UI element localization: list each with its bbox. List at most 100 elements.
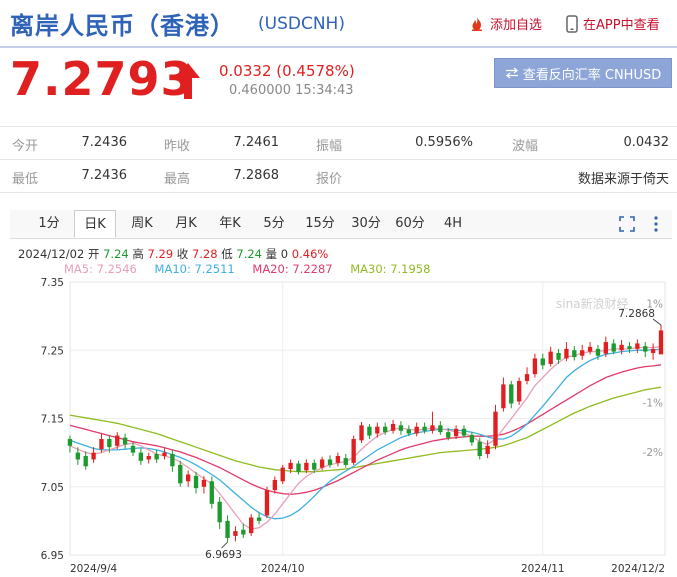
x-tick-label: 2024/11: [521, 563, 565, 575]
candle-body: [146, 456, 151, 460]
info-open-label: 开: [87, 247, 100, 261]
candle-body: [438, 425, 443, 433]
candle: [532, 353, 538, 378]
view-in-app-button[interactable]: 在APP中查看: [566, 14, 660, 33]
candle: [367, 423, 372, 439]
info-close-label: 收: [176, 247, 189, 261]
candle: [540, 353, 545, 370]
candle-body: [367, 426, 372, 436]
quote-label: 报价: [316, 172, 343, 187]
candle: [524, 367, 530, 385]
candle-body: [233, 531, 238, 536]
tab-daily[interactable]: 日K: [74, 210, 116, 238]
candle: [493, 404, 498, 450]
info-low-label: 低: [221, 247, 233, 261]
candle-body: [67, 438, 73, 446]
candle-body: [516, 380, 522, 402]
candle: [414, 422, 419, 437]
candle-body: [493, 411, 498, 446]
candle-body: [619, 344, 624, 351]
candle-body: [154, 453, 159, 460]
reverse-rate-button[interactable]: 查看反向汇率 CNHUSD: [494, 58, 672, 88]
candle: [438, 421, 443, 435]
ohlc-info: 2024/12/02 开 7.24 高 7.29 收 7.28 低 7.24 量…: [18, 246, 328, 262]
range-label: 波幅: [512, 139, 539, 154]
candle: [398, 421, 404, 435]
candle-body: [122, 437, 128, 445]
tab-30min[interactable]: 30分: [346, 210, 386, 238]
y-tick-label: 7.35: [41, 277, 64, 289]
candle-body: [422, 426, 427, 431]
candle-body: [162, 452, 167, 457]
candle-body: [280, 467, 285, 482]
candle: [138, 448, 144, 465]
candle: [572, 346, 577, 361]
high-value: 7.2868: [233, 168, 280, 183]
candle-body: [178, 464, 183, 484]
candle-body: [327, 459, 333, 465]
candle-body: [359, 425, 364, 441]
candle: [249, 514, 254, 536]
kline-chart[interactable]: sina新浪财经 7.357.257.157.056.953%2%1%-1%-2…: [0, 273, 677, 577]
fire-icon: [472, 16, 482, 31]
period-tabs: 1分 日K 周K 月K 年K 5分 15分 30分 60分 4H: [10, 210, 672, 239]
axis-labels: 7.357.257.157.056.953%2%1%-1%-2%2024/9/4…: [41, 277, 665, 575]
tab-yearly[interactable]: 年K: [210, 210, 250, 238]
candle-body: [185, 474, 191, 482]
tab-monthly[interactable]: 月K: [166, 210, 206, 238]
low-label: 最低: [12, 172, 39, 187]
fullscreen-icon[interactable]: [618, 215, 636, 233]
candle: [390, 419, 396, 434]
candle-body: [130, 445, 136, 453]
more-options-icon[interactable]: [650, 215, 662, 233]
candle-body: [99, 438, 104, 450]
candle-body: [296, 463, 301, 472]
candle-body: [446, 432, 451, 438]
candle-body: [658, 330, 664, 355]
candle-body: [572, 350, 577, 358]
candle-body: [611, 343, 616, 352]
amplitude-value: 0.5956%: [415, 135, 473, 150]
candle-body: [627, 346, 632, 349]
candle: [296, 460, 301, 475]
open-value: 7.2436: [81, 135, 128, 150]
stats-table: 今开 7.2436 昨收 7.2461 振幅 0.5956% 波幅 0.0432…: [0, 126, 677, 193]
up-arrow-icon: [176, 63, 200, 99]
page-header: 离岸人民币（香港） (USDCNH) 添加自选 在APP中查看: [0, 0, 677, 48]
data-source: 数据来源于倚天: [577, 172, 669, 187]
high-label: 最高: [164, 172, 191, 187]
tab-1min[interactable]: 1分: [30, 210, 68, 238]
candle-body: [383, 426, 388, 433]
candle: [91, 447, 96, 463]
info-low: 7.24: [236, 247, 262, 261]
ma-lines: [69, 346, 662, 530]
swap-icon: [505, 67, 518, 79]
candle-body: [225, 520, 230, 538]
prev-close-value: 7.2461: [233, 135, 280, 150]
y-tick-label: 7.05: [41, 482, 64, 494]
tab-weekly[interactable]: 周K: [122, 210, 162, 238]
candle: [335, 452, 341, 467]
pct-tick-label: -2%: [643, 447, 663, 459]
low-value: 7.2436: [81, 168, 128, 183]
candle: [256, 512, 262, 525]
candle-body: [635, 343, 640, 349]
candle: [564, 342, 569, 362]
tab-15min[interactable]: 15分: [300, 210, 340, 238]
candle-body: [351, 438, 356, 463]
candle: [650, 343, 656, 360]
tab-4h[interactable]: 4H: [436, 210, 470, 238]
phone-icon: [566, 14, 578, 33]
price-change: 0.0332 (0.4578%): [219, 62, 355, 80]
add-watchlist-button[interactable]: 添加自选: [469, 14, 542, 33]
x-tick-label: 2024/9/4: [70, 563, 117, 575]
tab-60min[interactable]: 60分: [390, 210, 430, 238]
candle: [516, 377, 522, 405]
candle-body: [304, 462, 309, 471]
candle-body: [115, 435, 120, 446]
tab-5min[interactable]: 5分: [256, 210, 292, 238]
candle: [185, 470, 191, 487]
candle-body: [595, 348, 601, 356]
quote-time: 0.460000 15:34:43: [229, 83, 354, 98]
add-watchlist-label: 添加自选: [490, 18, 543, 33]
